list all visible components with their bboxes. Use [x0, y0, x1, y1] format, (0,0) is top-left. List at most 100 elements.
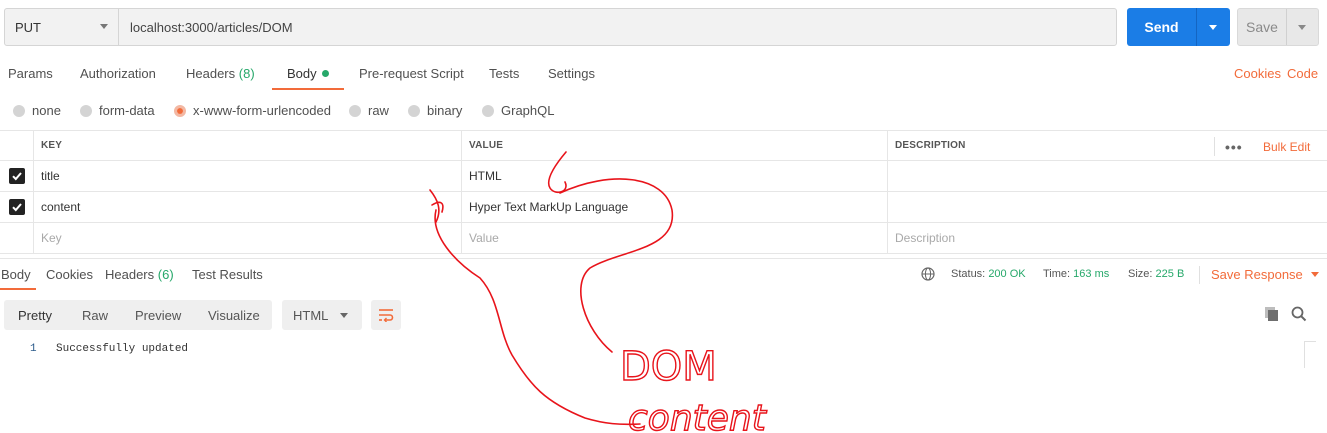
status-dot-icon: [321, 70, 329, 77]
active-tab-indicator: [272, 88, 344, 90]
value-cell[interactable]: Hyper Text MarkUp Language: [461, 192, 887, 222]
tab-label: Params: [8, 66, 53, 81]
radio-label: binary: [427, 103, 463, 118]
status-label: Status:: [951, 268, 986, 280]
copy-icon[interactable]: [1264, 306, 1280, 322]
tab-count: (6): [157, 267, 174, 282]
params-table: KEY VALUE DESCRIPTION ••• Bulk Edit titl…: [0, 130, 1327, 254]
chevron-down-icon[interactable]: [1298, 25, 1306, 30]
header-value: VALUE: [461, 131, 887, 160]
size-value: 225 B: [1155, 268, 1185, 280]
view-preview[interactable]: Preview: [135, 300, 181, 330]
annotation-text-content: content: [628, 398, 768, 433]
view-mode-segmented: Pretty Raw Preview Visualize: [4, 300, 272, 330]
radio-label: raw: [368, 103, 389, 118]
key-placeholder: Key: [41, 231, 62, 245]
radio-circle[interactable]: [80, 104, 92, 117]
key-text: title: [41, 169, 60, 183]
radio-form-data[interactable]: form-data: [80, 103, 155, 118]
radio-graphql[interactable]: GraphQL: [482, 103, 554, 118]
radio-circle-selected[interactable]: [174, 104, 186, 117]
radio-none[interactable]: none: [13, 103, 61, 118]
url-input[interactable]: localhost:3000/articles/DOM: [118, 8, 1117, 46]
more-dots-icon[interactable]: •••: [1225, 131, 1243, 162]
radio-label: GraphQL: [501, 103, 555, 118]
search-icon[interactable]: [1291, 306, 1307, 322]
tab-headers[interactable]: Headers (8): [186, 66, 255, 81]
value-placeholder: Value: [469, 231, 499, 245]
view-visualize[interactable]: Visualize: [208, 300, 260, 330]
tab-label: Settings: [548, 66, 595, 81]
row-checkbox[interactable]: [8, 199, 25, 215]
tab-label: Test Results: [192, 267, 263, 282]
annotation-text-dom: DOM: [620, 344, 717, 390]
tab-tests[interactable]: Tests: [489, 66, 519, 81]
globe-icon[interactable]: [921, 267, 935, 281]
radio-circle[interactable]: [13, 104, 25, 117]
tab-body[interactable]: Body: [287, 66, 329, 81]
description-cell[interactable]: [887, 161, 1327, 191]
radio-binary[interactable]: binary: [408, 103, 462, 118]
key-cell[interactable]: title: [33, 161, 461, 191]
tab-settings[interactable]: Settings: [548, 66, 595, 81]
send-button[interactable]: Send: [1127, 8, 1230, 46]
row-checkbox[interactable]: [8, 168, 25, 184]
chevron-down-icon[interactable]: [1209, 25, 1217, 30]
view-pretty[interactable]: Pretty: [18, 300, 52, 330]
save-button[interactable]: Save: [1237, 8, 1319, 46]
value-text: Hyper Text MarkUp Language: [469, 200, 629, 214]
save-response-button[interactable]: Save Response: [1211, 267, 1319, 282]
cookies-link[interactable]: Cookies: [1234, 66, 1281, 81]
row-checkbox-cell: [0, 192, 33, 222]
tab-pre-request-script[interactable]: Pre-request Script: [359, 66, 464, 81]
header-divider: [1214, 137, 1215, 156]
tab-label: Cookies: [46, 267, 93, 282]
status-readout: Status: 200 OK: [951, 268, 1026, 280]
save-divider: [1286, 9, 1287, 45]
view-raw[interactable]: Raw: [82, 300, 108, 330]
key-cell[interactable]: content: [33, 192, 461, 222]
line-number: 1: [30, 343, 37, 355]
scrollbar[interactable]: [1304, 341, 1316, 368]
description-input[interactable]: Description: [887, 223, 1327, 253]
chevron-down-icon: [1310, 272, 1319, 277]
tab-label: Body: [287, 66, 317, 81]
row-checkbox-cell: [0, 223, 33, 253]
response-tab-body[interactable]: Body: [1, 267, 31, 282]
time-readout: Time: 163 ms: [1043, 268, 1109, 280]
format-select[interactable]: HTML: [282, 300, 362, 330]
key-input[interactable]: Key: [33, 223, 461, 253]
header-checkbox-cell: [0, 131, 33, 160]
description-cell[interactable]: [887, 192, 1327, 222]
radio-x-www-form-urlencoded[interactable]: x-www-form-urlencoded: [174, 103, 331, 118]
radio-label: none: [32, 103, 61, 118]
code-link[interactable]: Code: [1287, 66, 1318, 81]
radio-circle[interactable]: [482, 104, 494, 117]
wrap-lines-button[interactable]: [371, 300, 401, 330]
method-select[interactable]: PUT: [4, 8, 119, 46]
table-header: KEY VALUE DESCRIPTION ••• Bulk Edit: [0, 130, 1327, 161]
bulk-edit-link[interactable]: Bulk Edit: [1263, 131, 1310, 162]
format-label: HTML: [293, 307, 329, 323]
radio-circle[interactable]: [408, 104, 420, 117]
key-text: content: [41, 200, 81, 214]
radio-raw[interactable]: raw: [349, 103, 389, 118]
chevron-down-icon: [100, 24, 108, 29]
value-input[interactable]: Value: [461, 223, 887, 253]
tab-params[interactable]: Params: [8, 66, 53, 81]
response-tab-headers[interactable]: Headers (6): [105, 267, 174, 282]
description-placeholder: Description: [895, 231, 956, 245]
value-cell[interactable]: HTML: [461, 161, 887, 191]
response-tab-test-results[interactable]: Test Results: [192, 267, 263, 282]
radio-circle[interactable]: [349, 104, 361, 117]
tab-authorization[interactable]: Authorization: [80, 66, 156, 81]
header-key: KEY: [33, 131, 461, 160]
value-text: HTML: [469, 169, 502, 183]
send-divider: [1196, 8, 1197, 46]
tab-label: Authorization: [80, 66, 156, 81]
response-tab-cookies[interactable]: Cookies: [46, 267, 93, 282]
tab-label: Tests: [489, 66, 520, 81]
row-checkbox-cell: [0, 161, 33, 191]
checkmark-icon: [11, 172, 22, 181]
wrap-lines-icon: [379, 309, 394, 322]
